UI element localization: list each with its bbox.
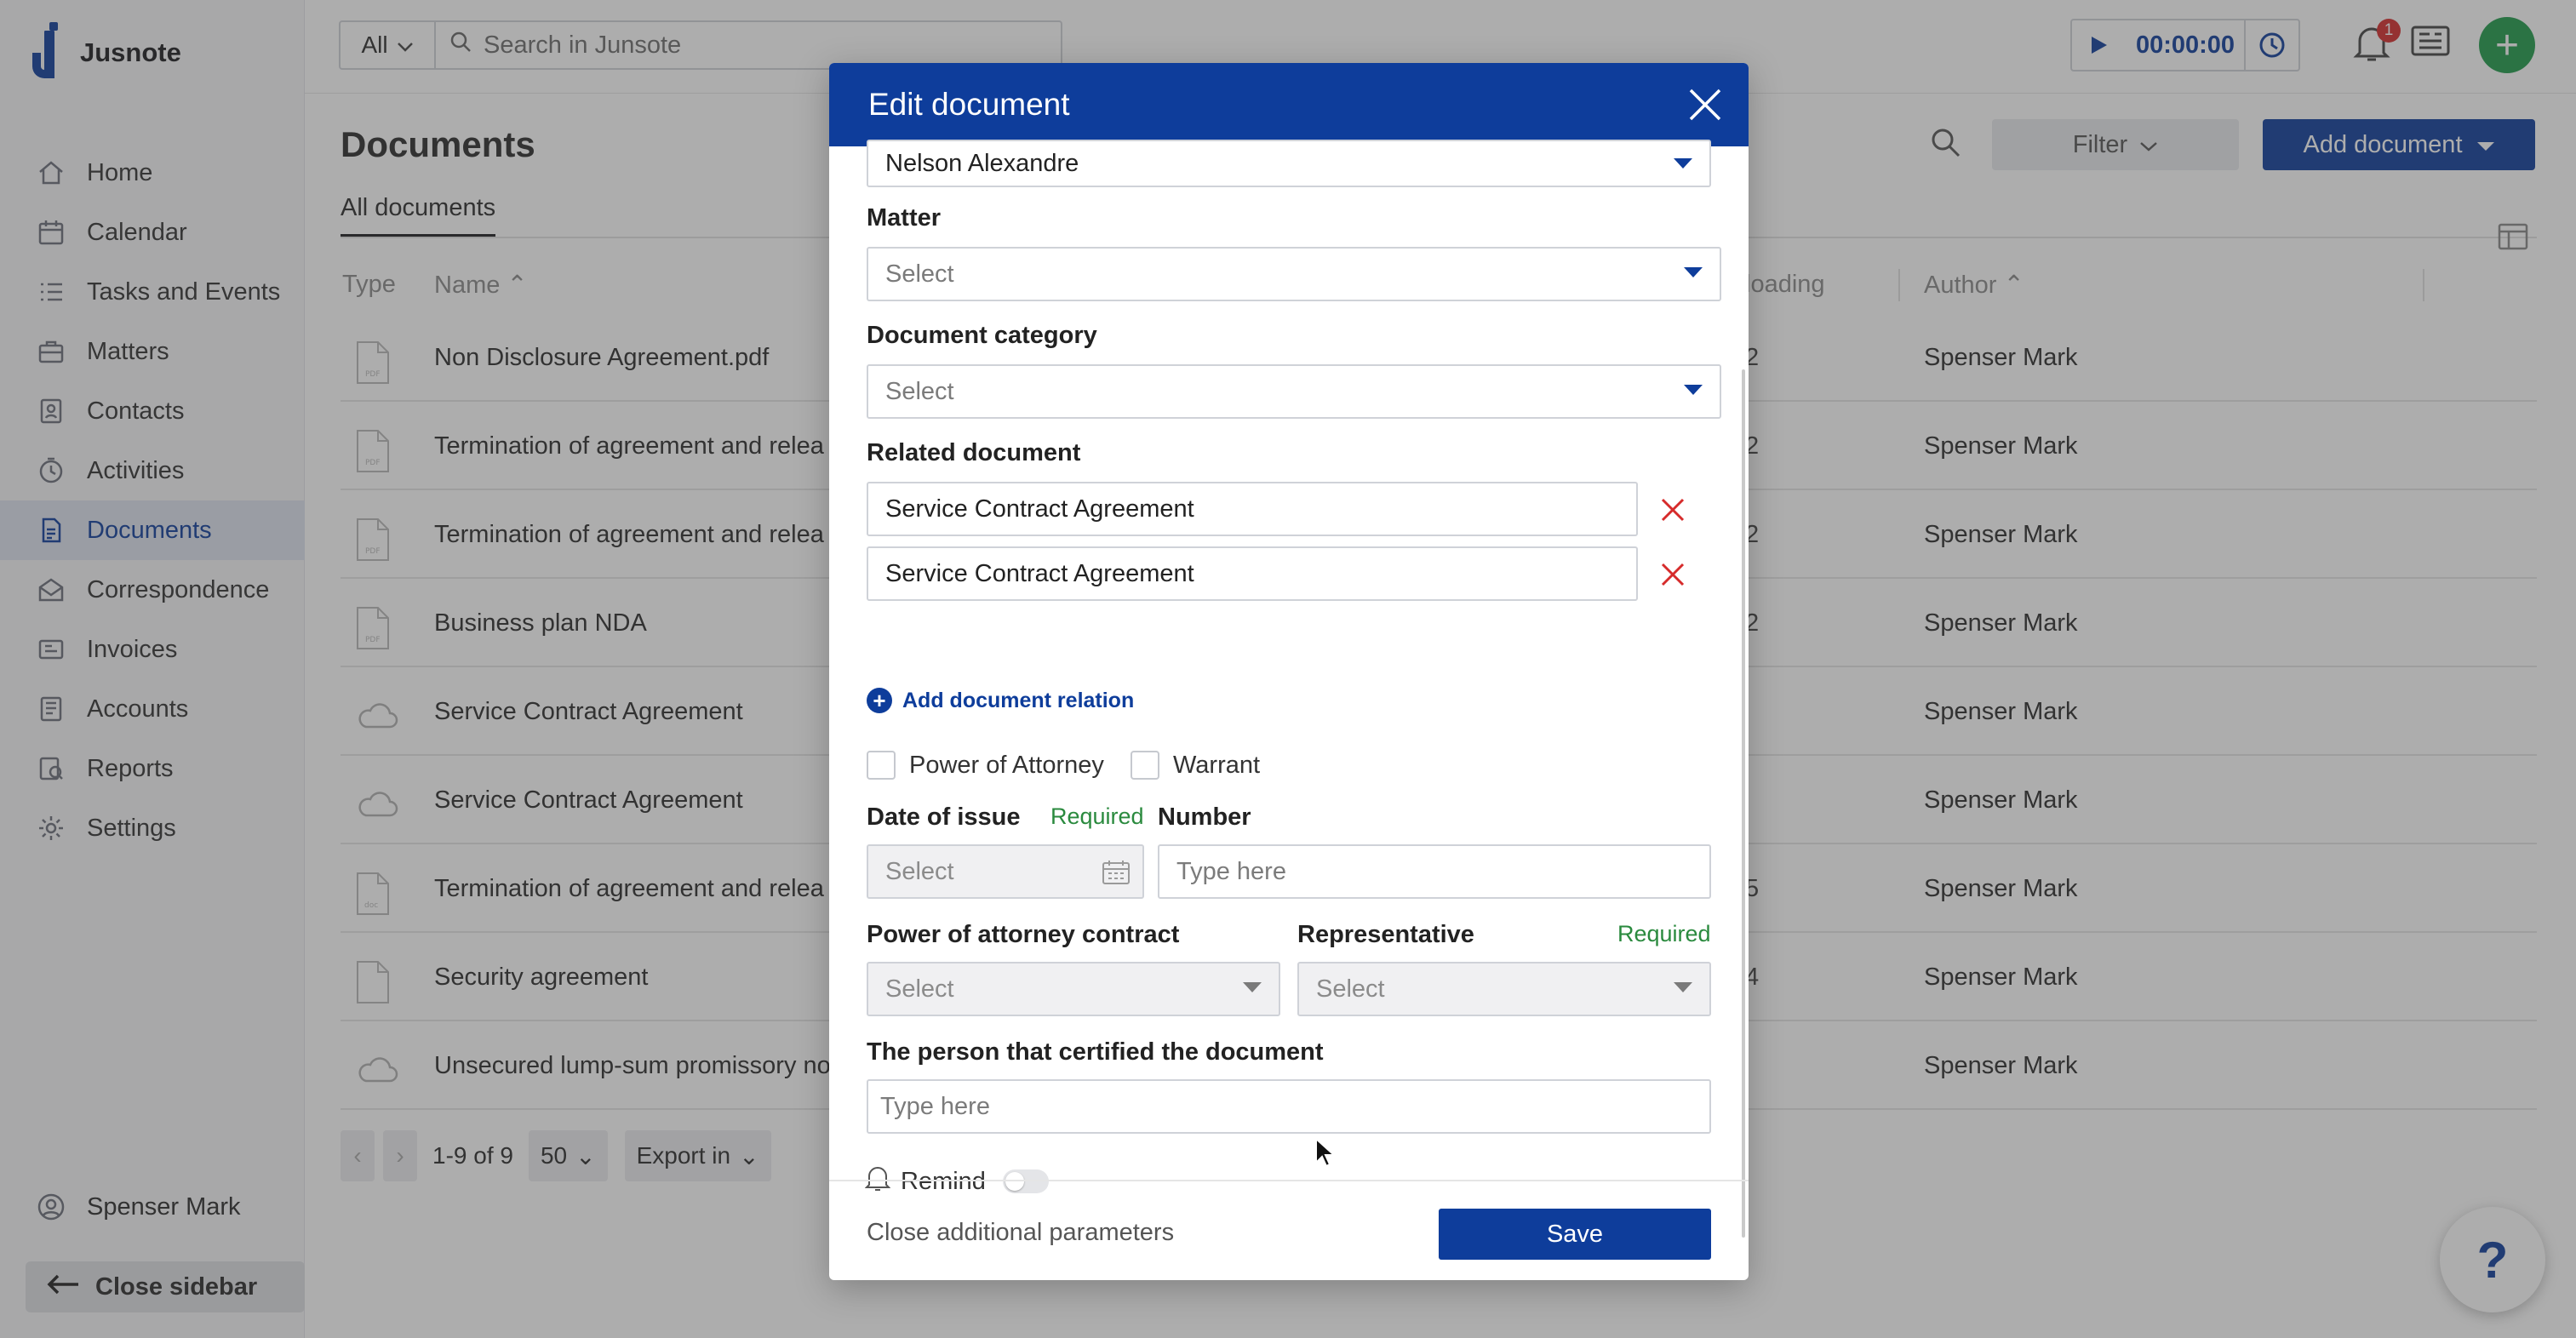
calendar-icon <box>1102 860 1131 892</box>
related-document-input[interactable]: Service Contract Agreement <box>867 482 1638 536</box>
remove-relation-icon[interactable] <box>1658 560 1687 589</box>
power-of-attorney-label: Power of Attorney <box>909 751 1104 779</box>
related-document-value: Service Contract Agreement <box>885 559 1194 587</box>
certified-person-placeholder: Type here <box>880 1092 990 1120</box>
client-value: Nelson Alexandre <box>885 149 1079 177</box>
number-input[interactable]: Type here <box>1158 844 1711 899</box>
caret-down-icon <box>1243 982 1262 992</box>
number-placeholder: Type here <box>1176 857 1286 885</box>
checkbox-box <box>867 751 896 780</box>
warrant-checkbox[interactable]: Warrant <box>1131 751 1260 780</box>
number-label: Number <box>1158 803 1251 831</box>
modal-body: Nelson Alexandre Matter Select Document … <box>829 140 1749 1241</box>
category-placeholder: Select <box>885 377 954 405</box>
matter-label: Matter <box>867 204 942 232</box>
mouse-cursor-icon <box>1314 1136 1337 1172</box>
modal-title: Edit document <box>868 87 1070 122</box>
date-required-badge: Required <box>1050 803 1144 829</box>
plus-circle-icon: + <box>867 688 892 713</box>
category-label: Document category <box>867 322 1097 349</box>
matter-select[interactable]: Select <box>867 247 1721 301</box>
modal-header: Edit document <box>829 63 1749 146</box>
edit-document-modal: Edit document Nelson Alexandre Matter Se… <box>829 63 1749 1280</box>
date-of-issue-picker[interactable]: Select <box>867 844 1144 899</box>
client-select[interactable]: Nelson Alexandre <box>867 140 1711 187</box>
caret-down-icon <box>1674 982 1692 992</box>
add-relation-label: Add document relation <box>902 688 1135 712</box>
poa-contract-select[interactable]: Select <box>867 962 1280 1016</box>
save-button[interactable]: Save <box>1439 1209 1711 1260</box>
checkbox-box <box>1131 751 1159 780</box>
close-additional-parameters-link[interactable]: Close additional parameters <box>867 1219 1174 1247</box>
caret-down-icon <box>1674 158 1692 169</box>
date-of-issue-label: Date of issue <box>867 803 1021 831</box>
category-select[interactable]: Select <box>867 364 1721 419</box>
add-document-relation-button[interactable]: + Add document relation <box>867 688 1134 713</box>
modal-scrollbar[interactable] <box>1742 369 1745 1238</box>
warrant-label: Warrant <box>1173 751 1261 779</box>
caret-down-icon <box>1684 385 1703 395</box>
app-window: Jusnote Home Calendar Tasks and Events Matt… <box>0 0 2576 1338</box>
date-placeholder: Select <box>885 857 954 885</box>
modal-footer: Close additional parameters Save <box>829 1180 1749 1280</box>
power-of-attorney-checkbox[interactable]: Power of Attorney <box>867 751 1104 780</box>
close-icon[interactable] <box>1687 87 1723 123</box>
certified-person-label: The person that certified the document <box>867 1038 1324 1066</box>
matter-placeholder: Select <box>885 260 954 288</box>
poa-contract-placeholder: Select <box>885 975 954 1003</box>
certified-person-input[interactable]: Type here <box>867 1079 1711 1134</box>
representative-placeholder: Select <box>1316 975 1385 1003</box>
poa-contract-label: Power of attorney contract <box>867 921 1180 948</box>
representative-required-badge: Required <box>1617 921 1711 946</box>
remove-relation-icon[interactable] <box>1658 495 1687 524</box>
caret-down-icon <box>1684 267 1703 277</box>
related-document-label: Related document <box>867 439 1081 466</box>
related-document-input[interactable]: Service Contract Agreement <box>867 546 1638 601</box>
representative-label: Representative <box>1297 921 1474 948</box>
representative-select[interactable]: Select <box>1297 962 1711 1016</box>
related-document-value: Service Contract Agreement <box>885 495 1194 523</box>
